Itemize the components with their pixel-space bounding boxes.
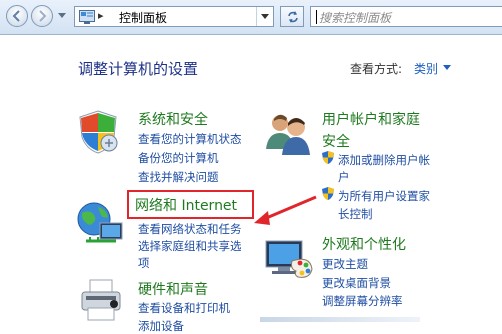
address-bar[interactable]: ▸ 控制面板: [74, 6, 274, 27]
users-icon[interactable]: [264, 109, 314, 155]
control-panel-content: 调整计算机的设置 查看方式: 类别 系统和安全 查看您的计算机状态 备份您的计算…: [0, 35, 502, 333]
back-button[interactable]: [6, 5, 28, 27]
link-choose-homegroup-cont[interactable]: 项: [138, 255, 150, 271]
annotation-arrow-icon: [254, 195, 317, 225]
search-box[interactable]: 搜索控制面板: [310, 6, 502, 27]
shield-icon[interactable]: [76, 109, 120, 155]
history-dropdown-icon[interactable]: [58, 13, 66, 19]
category-network-internet[interactable]: 网络和 Internet: [135, 195, 237, 215]
category-user-accounts[interactable]: 用户帐户和家庭: [322, 109, 420, 129]
link-view-computer-status[interactable]: 查看您的计算机状态: [138, 131, 242, 147]
partially-visible-category: [260, 317, 420, 322]
link-view-devices-printers[interactable]: 查看设备和打印机: [138, 300, 230, 316]
refresh-button[interactable]: [280, 6, 304, 27]
uac-shield-icon: [322, 187, 334, 200]
link-backup-computer[interactable]: 备份您的计算机: [138, 150, 219, 166]
link-add-remove-accounts[interactable]: 添加或删除用户帐: [338, 152, 430, 168]
forward-button[interactable]: [31, 5, 53, 27]
printer-icon[interactable]: [78, 278, 124, 322]
refresh-icon: [288, 11, 298, 23]
link-view-network-status[interactable]: 查看网络状态和任务: [138, 221, 242, 237]
page-title: 调整计算机的设置: [78, 60, 199, 78]
breadcrumb-control-panel[interactable]: 控制面板: [119, 9, 167, 26]
category-appearance[interactable]: 外观和个性化: [322, 234, 406, 254]
link-adjust-resolution[interactable]: 调整屏幕分辨率: [322, 293, 403, 309]
address-dropdown-button[interactable]: [256, 7, 273, 26]
link-change-desktop-background[interactable]: 更改桌面背景: [322, 275, 391, 291]
chevron-down-icon: [261, 14, 269, 19]
chevron-down-icon[interactable]: [443, 65, 451, 70]
link-parental-controls-cont[interactable]: 长控制: [338, 206, 373, 222]
link-add-device[interactable]: 添加设备: [138, 318, 184, 334]
category-system-security[interactable]: 系统和安全: [138, 109, 208, 129]
network-globe-icon[interactable]: [76, 201, 126, 245]
category-hardware-sound[interactable]: 硬件和声音: [138, 279, 208, 299]
view-by-dropdown[interactable]: 类别: [414, 60, 438, 77]
monitor-palette-icon[interactable]: [264, 239, 314, 281]
category-user-accounts-cont[interactable]: 安全: [322, 131, 350, 151]
link-parental-controls[interactable]: 为所有用户设置家: [338, 188, 430, 204]
control-panel-icon: [79, 10, 95, 24]
link-change-theme[interactable]: 更改主题: [322, 256, 368, 272]
forward-arrow-icon: [39, 10, 47, 22]
address-toolbar: ▸ 控制面板 搜索控制面板: [0, 0, 502, 35]
link-add-remove-accounts-cont[interactable]: 户: [338, 169, 350, 185]
link-troubleshoot[interactable]: 查找并解决问题: [138, 169, 219, 185]
text-caret: [316, 10, 317, 24]
view-by-label: 查看方式:: [350, 62, 403, 76]
back-arrow-icon: [12, 10, 20, 22]
path-separator[interactable]: ▸: [98, 9, 104, 22]
link-choose-homegroup[interactable]: 选择家庭组和共享选: [138, 238, 242, 254]
search-placeholder: 搜索控制面板: [319, 11, 392, 25]
uac-shield-icon: [322, 151, 334, 164]
